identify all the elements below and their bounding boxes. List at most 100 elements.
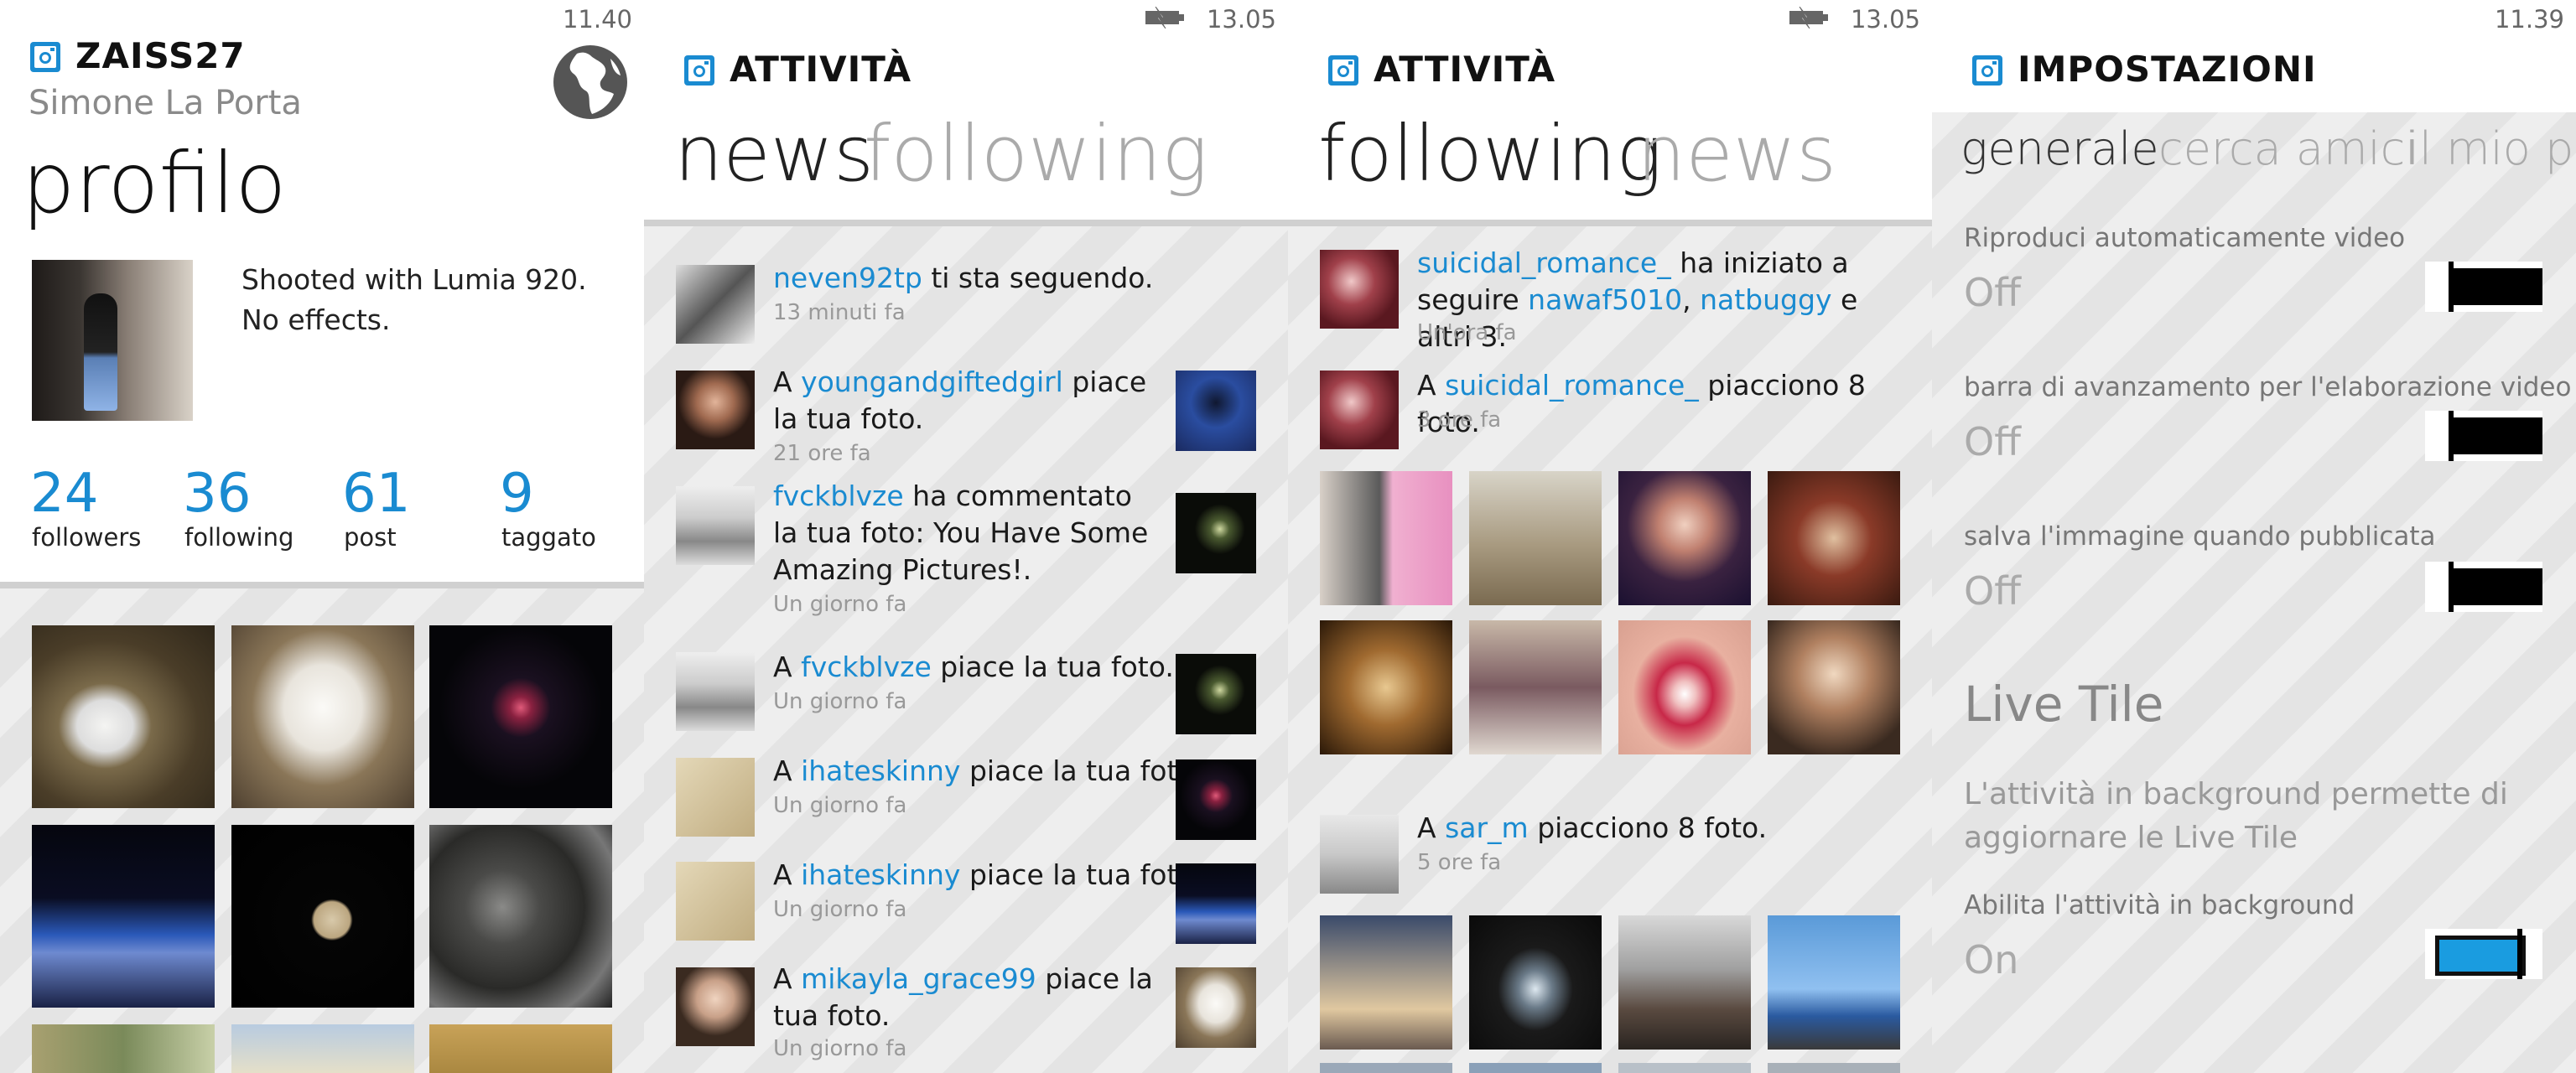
tab-il-mio-profilo[interactable]: il mio pro <box>2407 122 2576 175</box>
user-link[interactable]: suicidal_romance_ <box>1445 369 1699 402</box>
caption-line: Shooted with Lumia 920. <box>242 263 587 296</box>
following-panel: 13.05 ATTIVITÀ following news suicidal_r… <box>1288 0 1932 1073</box>
activity-photo[interactable] <box>1320 471 1452 605</box>
timestamp: Un'ora fa <box>1417 320 1517 345</box>
activity-photo[interactable] <box>1618 915 1751 1050</box>
setting-value: Off <box>1964 568 2021 614</box>
grid-photo[interactable] <box>429 1024 612 1073</box>
grid-photo[interactable] <box>231 625 414 808</box>
grid-photo[interactable] <box>231 825 414 1008</box>
list-item[interactable]: A ihateskinny piace la tua foto. <box>773 753 1243 790</box>
grid-photo[interactable] <box>231 1024 414 1073</box>
liked-photo-thumb[interactable] <box>1176 371 1256 451</box>
user-link[interactable]: mikayla_grace99 <box>801 962 1036 995</box>
activity-photo[interactable] <box>1768 620 1900 754</box>
activity-photo[interactable] <box>1768 1063 1900 1073</box>
list-item[interactable]: A ihateskinny piace la tua foto. <box>773 857 1243 894</box>
avatar[interactable] <box>676 265 755 344</box>
list-item[interactable]: fvckblvze ha commentato la tua foto: You… <box>773 478 1159 588</box>
avatar[interactable] <box>676 967 755 1046</box>
app-title: ATTIVITÀ <box>730 49 912 90</box>
app-title: IMPOSTAZIONI <box>2018 49 2317 90</box>
timestamp: 3 ore fa <box>1417 407 1502 433</box>
stat-followers-label[interactable]: followers <box>32 523 141 552</box>
grid-photo[interactable] <box>429 625 612 808</box>
tab-news[interactable]: news <box>1637 109 1836 199</box>
list-item[interactable]: A mikayla_grace99 piace la tua foto. <box>773 961 1159 1034</box>
activity-photo[interactable] <box>1469 1063 1602 1073</box>
toggle-thumb <box>2449 262 2454 312</box>
settings-panel: 11.39 IMPOSTAZIONI generale cerca amici … <box>1932 0 2576 1073</box>
stat-tagged-count[interactable]: 9 <box>500 463 534 525</box>
activity-photo[interactable] <box>1618 471 1751 605</box>
list-item[interactable]: neven92tp ti sta seguendo. <box>773 260 1243 297</box>
save-image-toggle[interactable] <box>2425 562 2542 612</box>
activity-photo[interactable] <box>1469 471 1602 605</box>
user-link[interactable]: nawaf5010 <box>1528 283 1682 316</box>
liked-photo-thumb[interactable] <box>1176 654 1256 734</box>
user-link[interactable]: fvckblvze <box>801 651 932 683</box>
activity-photo[interactable] <box>1469 620 1602 754</box>
user-link[interactable]: ihateskinny <box>801 858 960 891</box>
avatar[interactable] <box>676 486 755 565</box>
liked-photo-thumb[interactable] <box>1176 759 1256 840</box>
activity-photo[interactable] <box>1469 915 1602 1050</box>
item-text: piacciono 8 foto. <box>1528 811 1768 844</box>
user-link[interactable]: ihateskinny <box>801 754 960 787</box>
activity-photo[interactable] <box>1320 915 1452 1050</box>
activity-photo[interactable] <box>1768 915 1900 1050</box>
user-link[interactable]: youngandgiftedgirl <box>801 365 1063 398</box>
activity-photo[interactable] <box>1768 471 1900 605</box>
user-link[interactable]: suicidal_romance_ <box>1417 246 1671 279</box>
stat-post-label[interactable]: post <box>344 523 397 552</box>
item-text: , <box>1682 283 1701 316</box>
list-item[interactable]: A fvckblvze piace la tua foto. <box>773 649 1243 686</box>
video-progress-toggle[interactable] <box>2425 411 2542 461</box>
timestamp: Un giorno fa <box>773 1036 907 1061</box>
avatar[interactable] <box>1320 815 1399 894</box>
liked-photo-thumb[interactable] <box>1176 967 1256 1048</box>
list-item[interactable]: A sar_m piacciono 8 foto. <box>1417 810 1912 847</box>
stat-followers-count[interactable]: 24 <box>30 463 98 525</box>
activity-photo[interactable] <box>1618 620 1751 754</box>
tab-following[interactable]: following <box>1318 109 1662 199</box>
user-link[interactable]: fvckblvze <box>773 479 904 512</box>
activity-photo[interactable] <box>1618 1063 1751 1073</box>
liked-photo-thumb[interactable] <box>1176 493 1256 573</box>
stat-following-label[interactable]: following <box>184 523 293 552</box>
stat-post-count[interactable]: 61 <box>342 463 410 525</box>
tab-following[interactable]: following <box>864 109 1208 199</box>
user-link[interactable]: sar_m <box>1445 811 1529 844</box>
profile-photo[interactable] <box>32 260 193 421</box>
avatar[interactable] <box>676 862 755 941</box>
avatar[interactable] <box>1320 371 1399 449</box>
autoplay-video-toggle[interactable] <box>2425 262 2542 312</box>
activity-photo[interactable] <box>1320 620 1452 754</box>
avatar[interactable] <box>676 371 755 449</box>
avatar[interactable] <box>676 652 755 731</box>
user-link[interactable]: natbuggy <box>1700 283 1831 316</box>
avatar[interactable] <box>1320 250 1399 329</box>
section-heading: Live Tile <box>1964 676 2164 733</box>
background-activity-toggle[interactable] <box>2425 929 2542 979</box>
toggle-track <box>2435 936 2526 976</box>
grid-photo[interactable] <box>429 825 612 1008</box>
list-item[interactable]: A youngandgiftedgirl piace la tua foto. <box>773 364 1159 438</box>
following-feed: suicidal_romance_ ha iniziato a seguire … <box>1288 226 1932 1073</box>
stat-tagged-label[interactable]: taggato <box>501 523 596 552</box>
activity-photo[interactable] <box>1320 1063 1452 1073</box>
tab-generale[interactable]: generale <box>1961 122 2159 175</box>
grid-photo[interactable] <box>32 1024 215 1073</box>
tab-cerca-amici[interactable]: cerca amici <box>2158 122 2418 175</box>
avatar[interactable] <box>676 758 755 837</box>
grid-photo[interactable] <box>32 825 215 1008</box>
globe-icon[interactable] <box>552 44 629 121</box>
tab-news[interactable]: news <box>674 109 874 199</box>
setting-label: Riproduci automaticamente video <box>1964 223 2406 253</box>
grid-photo[interactable] <box>32 625 215 808</box>
timestamp: 21 ore fa <box>773 441 871 466</box>
setting-value: On <box>1964 937 2019 982</box>
liked-photo-thumb[interactable] <box>1176 863 1256 944</box>
stat-following-count[interactable]: 36 <box>183 463 251 525</box>
user-link[interactable]: neven92tp <box>773 262 922 294</box>
